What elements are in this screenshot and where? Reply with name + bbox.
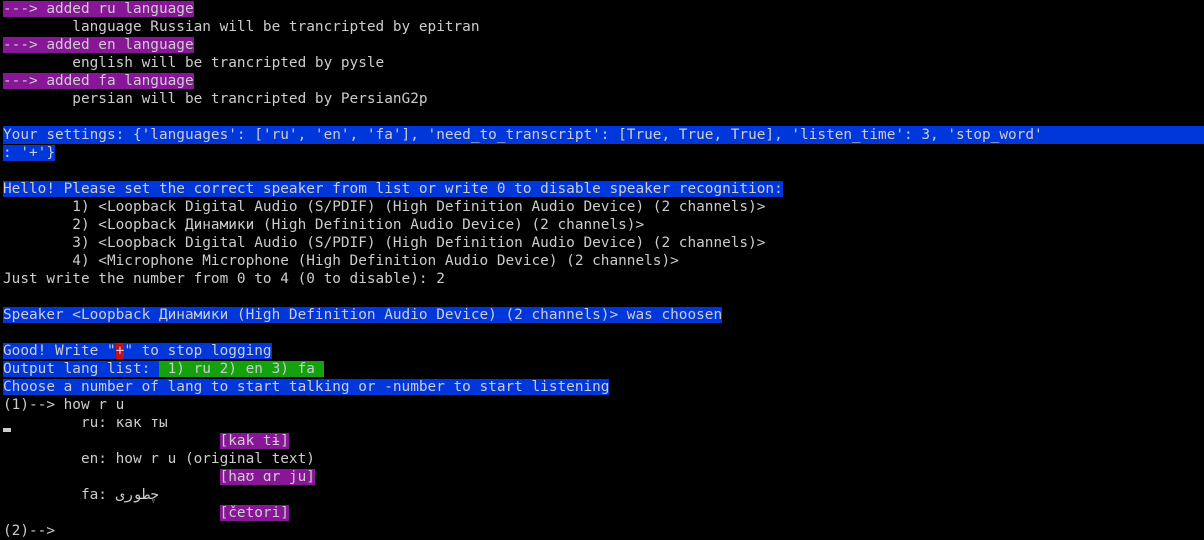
highlighted-text: Hello! Please set the correct speaker fr… (3, 181, 783, 197)
line-text: 2) <Loopback Динамики (High Definition A… (3, 217, 645, 233)
line-text: language Russian will be trancripted by … (3, 19, 480, 35)
terminal-line: 3) <Loopback Digital Audio (S/PDIF) (Hig… (3, 234, 1204, 252)
transcription-text: [kak tɨ] (219, 433, 289, 449)
output-lang-list: 1) ru 2) en 3) fa (158, 361, 324, 377)
terminal-line: ---> added fa language (3, 72, 1204, 90)
terminal-line: ---> added ru language (3, 0, 1204, 18)
terminal-line: ---> added en language (3, 36, 1204, 54)
line-text: (1)--> how r u (3, 397, 125, 413)
terminal-line: persian will be trancripted by PersianG2… (3, 90, 1204, 108)
terminal-line: : '+'} (3, 144, 1204, 162)
highlighted-text: ---> added ru language (3, 1, 194, 17)
line-text: persian will be trancripted by PersianG2… (3, 91, 428, 107)
text-cursor (3, 428, 11, 432)
line-text: en: how r u (original text) (3, 451, 315, 467)
terminal-line: Choose a number of lang to start talking… (3, 378, 1204, 396)
line-text: english will be trancripted by pysle (3, 55, 385, 71)
terminal-line: Just write the number from 0 to 4 (0 to … (3, 270, 1204, 288)
terminal-line: (2)--> (3, 522, 1204, 540)
transcription-text: [haʊ ɑr ju] (219, 469, 315, 485)
highlighted-text: : '+'} (3, 145, 55, 161)
highlighted-text: Choose a number of lang to start talking… (3, 379, 610, 395)
terminal-window[interactable]: ---> added ru language language Russian … (0, 0, 1204, 539)
terminal-line: Hello! Please set the correct speaker fr… (3, 180, 1204, 198)
highlighted-text: ---> added fa language (3, 73, 194, 89)
line-text: 1) <Loopback Digital Audio (S/PDIF) (Hig… (3, 199, 766, 215)
highlighted-text: ---> added en language (3, 37, 194, 53)
stop-word-prefix: Good! Write " (3, 343, 116, 359)
stop-word: + (115, 343, 125, 359)
stop-word-suffix: " to stop logging (124, 343, 272, 359)
terminal-line: 2) <Loopback Динамики (High Definition A… (3, 216, 1204, 234)
line-text: (2)--> (3, 523, 55, 539)
terminal-line: Your settings: {'languages': ['ru', 'en'… (3, 126, 1204, 144)
terminal-line: english will be trancripted by pysle (3, 54, 1204, 72)
terminal-line: [četori] (3, 504, 1204, 522)
line-text: Just write the number from 0 to 4 (0 to … (3, 271, 445, 287)
terminal-line: Speaker <Loopback Динамики (High Definit… (3, 306, 1204, 324)
line-text: 4) <Microphone Microphone (High Definiti… (3, 253, 679, 269)
output-lang-label: Output lang list: (3, 361, 159, 377)
line-text: 3) <Loopback Digital Audio (S/PDIF) (Hig… (3, 235, 766, 251)
terminal-line: [kak tɨ] (3, 432, 1204, 450)
line-text: ru: как ты (3, 415, 168, 431)
terminal-line: (1)--> how r u (3, 396, 1204, 414)
terminal-line: Output lang list: 1) ru 2) en 3) fa (3, 360, 1204, 378)
transcription-text: [četori] (219, 505, 289, 521)
highlighted-text: Your settings: {'languages': ['ru', 'en'… (3, 126, 1204, 144)
terminal-line: fa: چطوری (3, 486, 1204, 504)
terminal-line: en: how r u (original text) (3, 450, 1204, 468)
line-text: fa: چطوری (3, 487, 159, 503)
terminal-line: [haʊ ɑr ju] (3, 468, 1204, 486)
terminal-line: language Russian will be trancripted by … (3, 18, 1204, 36)
terminal-line: Good! Write "+" to stop logging (3, 342, 1204, 360)
highlighted-text: Speaker <Loopback Динамики (High Definit… (3, 307, 723, 323)
terminal-line: ru: как ты (3, 414, 1204, 432)
terminal-line: 4) <Microphone Microphone (High Definiti… (3, 252, 1204, 270)
terminal-line: 1) <Loopback Digital Audio (S/PDIF) (Hig… (3, 198, 1204, 216)
